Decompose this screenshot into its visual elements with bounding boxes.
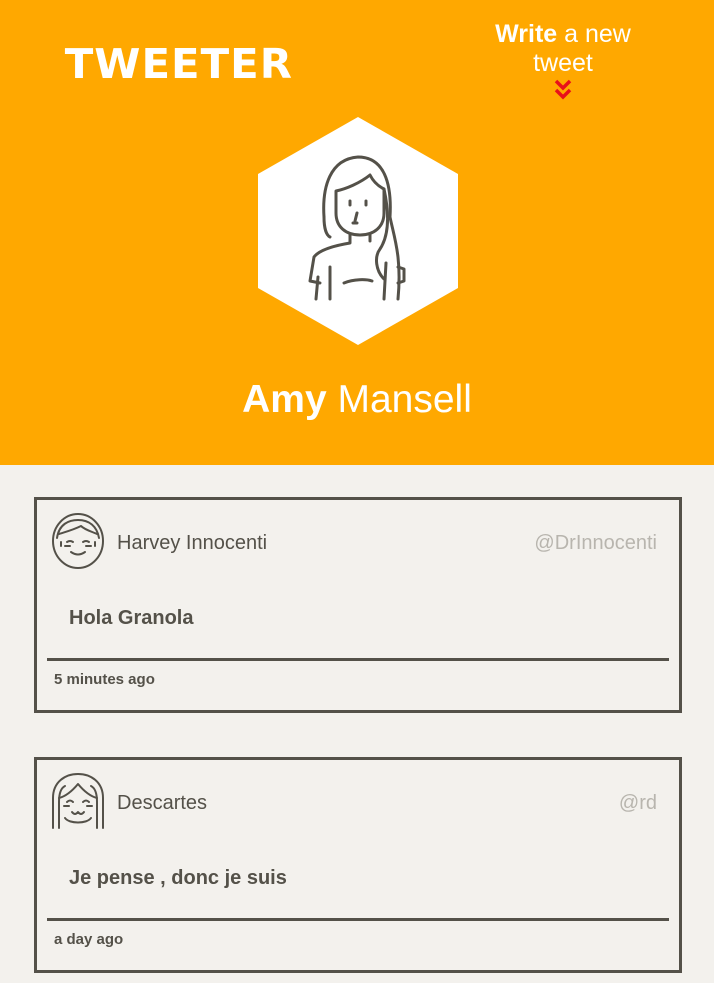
page-header: TWEETER Write a new tweet Amy Mansell xyxy=(0,0,714,465)
smiling-man-avatar-icon xyxy=(52,513,104,569)
tweet-author-name[interactable]: Harvey Innocenti xyxy=(117,532,267,555)
double-chevron-down-icon xyxy=(554,79,572,100)
tweet-timestamp: 5 minutes ago xyxy=(47,658,669,710)
compose-tweet-button[interactable]: Write a new tweet xyxy=(463,20,663,101)
smiling-woman-avatar-icon xyxy=(52,773,104,829)
tweet-author-name[interactable]: Descartes xyxy=(117,792,207,815)
profile-name: Amy Mansell xyxy=(0,378,714,422)
tweet-card[interactable]: Descartes @rd Je pense , donc je suis a … xyxy=(34,757,682,973)
tweet-content: Hola Granola xyxy=(69,607,194,629)
tweet-author-handle[interactable]: @DrInnocenti xyxy=(534,532,657,555)
compose-label-bold: Write xyxy=(495,20,558,48)
tweet-timestamp: a day ago xyxy=(47,918,669,970)
tweet-author-handle[interactable]: @rd xyxy=(619,792,657,815)
profile-last-name: Mansell xyxy=(326,378,472,421)
profile-first-name: Amy xyxy=(242,378,327,421)
tweet-content: Je pense , donc je suis xyxy=(69,867,287,889)
tweet-header: Harvey Innocenti @DrInnocenti xyxy=(37,500,679,584)
app-logo[interactable]: TWEETER xyxy=(65,40,293,88)
profile-avatar xyxy=(258,117,458,345)
tweet-card[interactable]: Harvey Innocenti @DrInnocenti Hola Grano… xyxy=(34,497,682,713)
tweet-header: Descartes @rd xyxy=(37,760,679,844)
